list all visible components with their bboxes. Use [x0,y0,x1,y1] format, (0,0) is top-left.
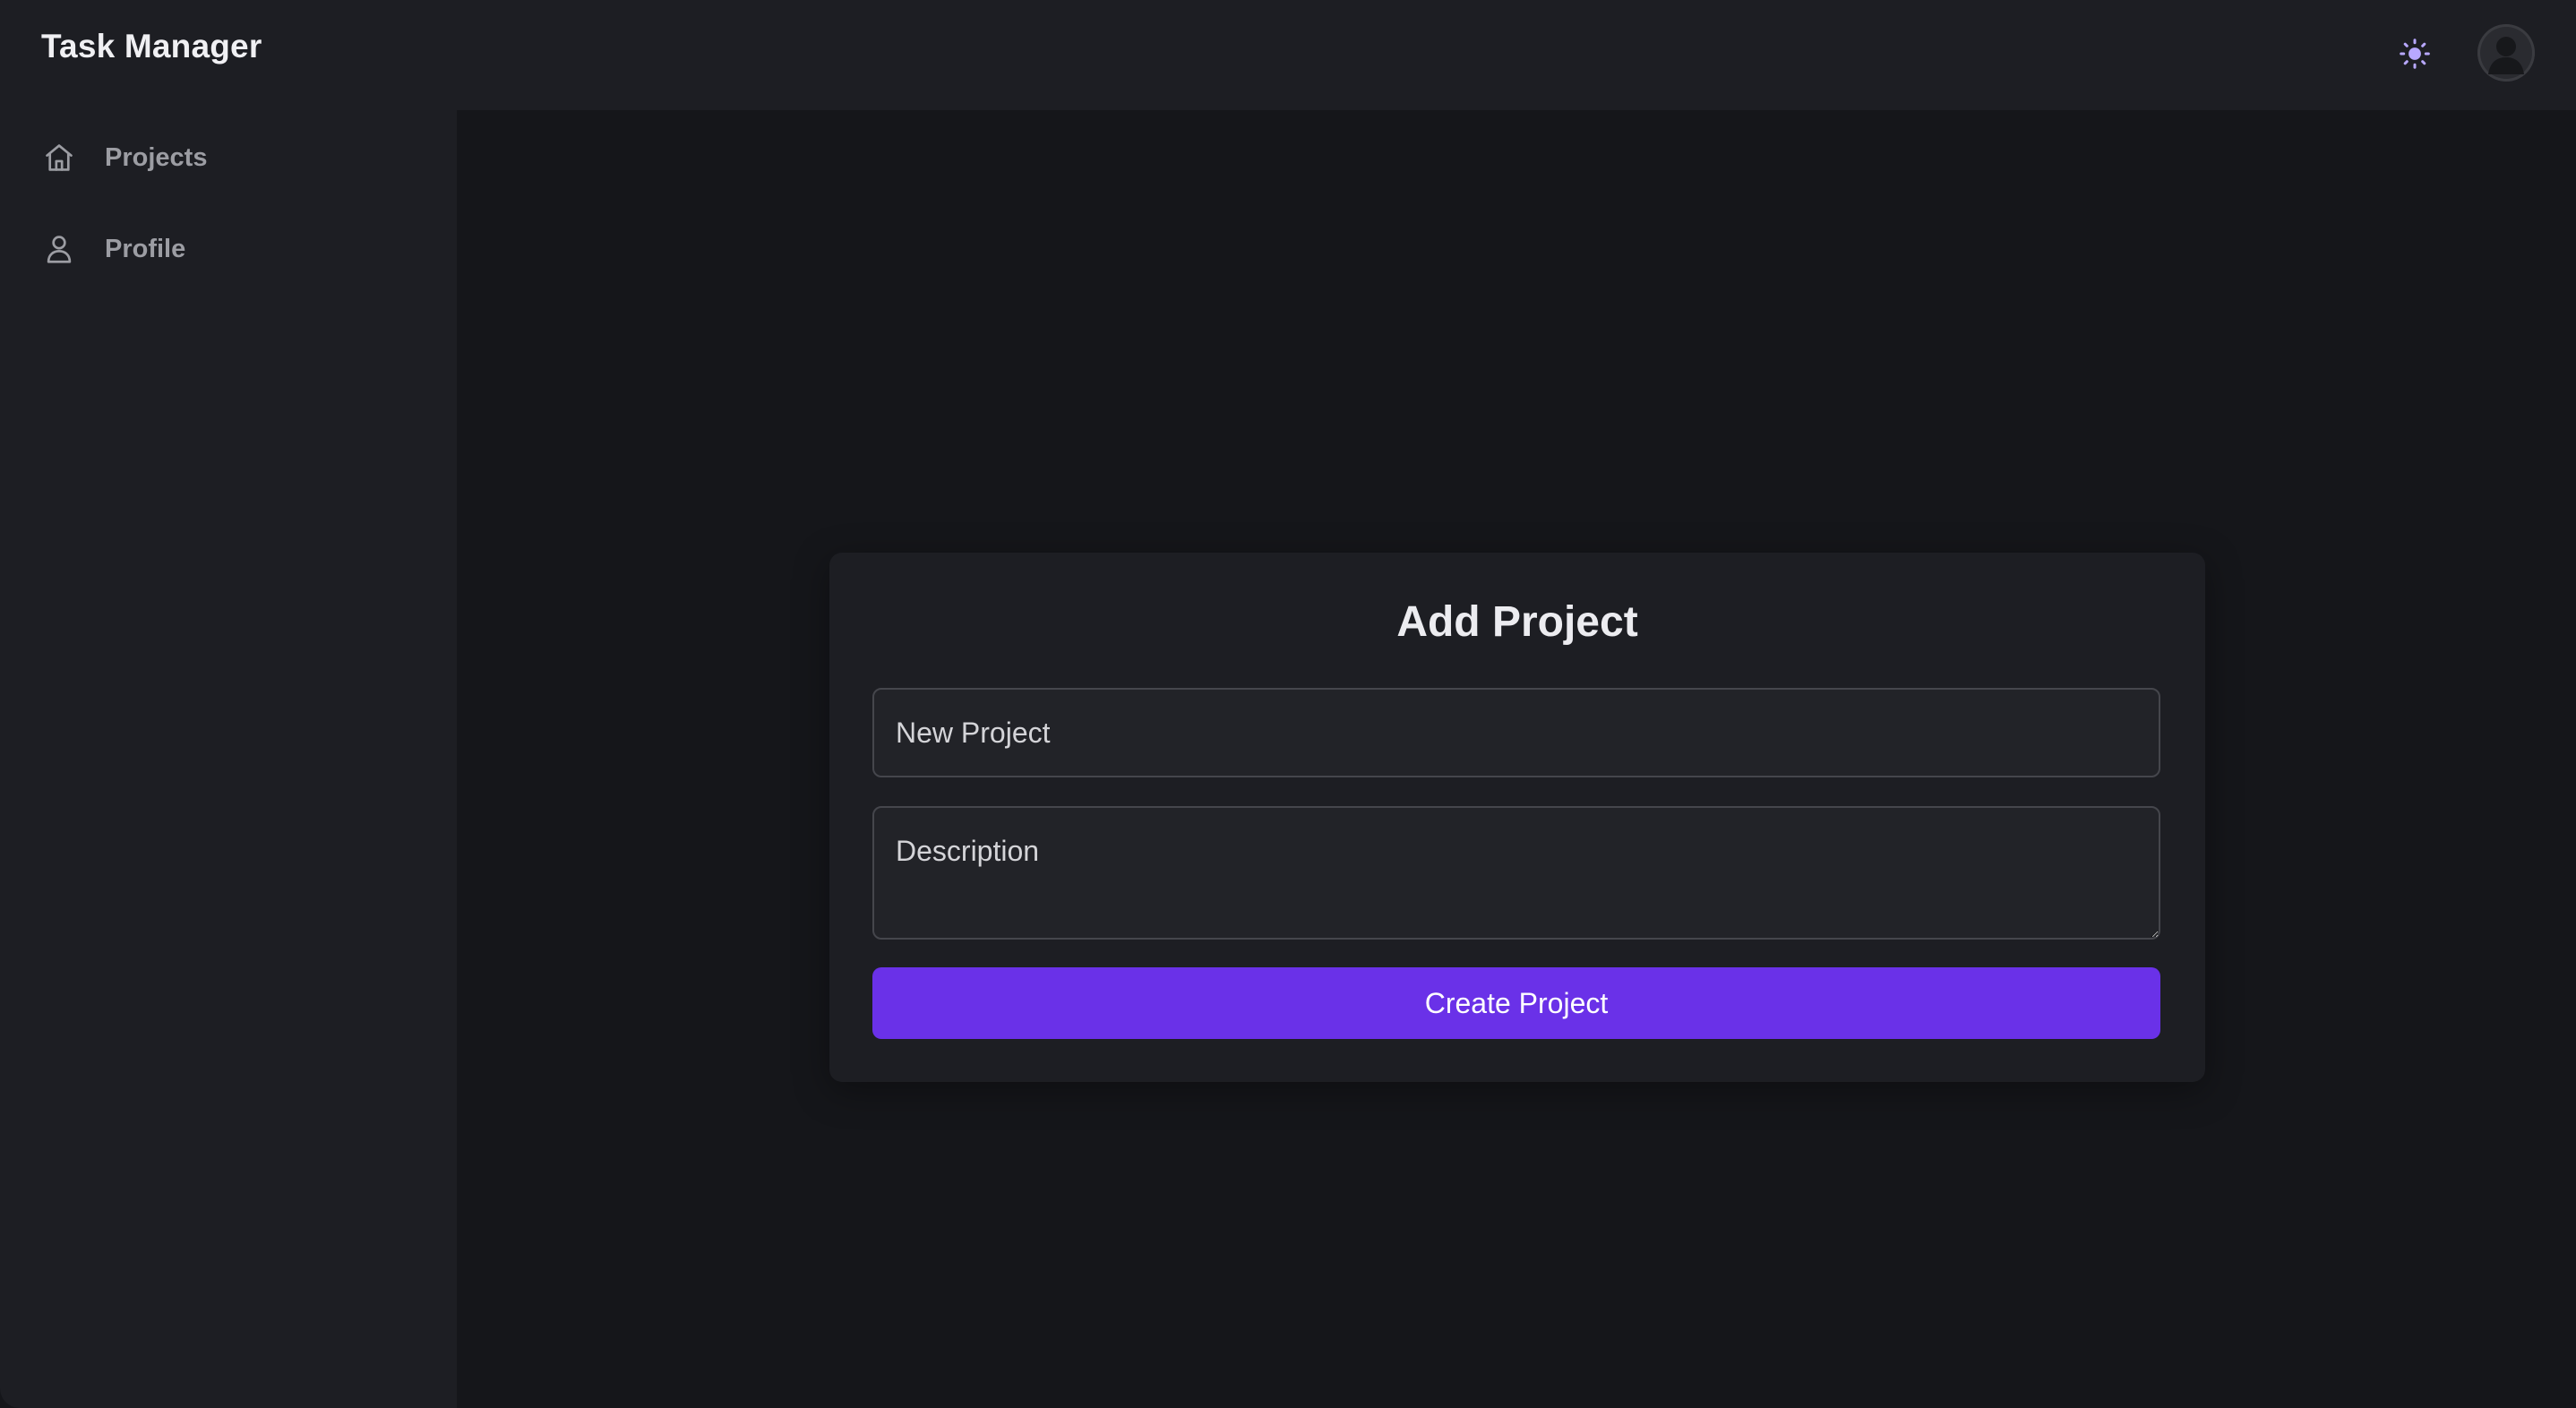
project-name-input[interactable] [872,688,2160,777]
sidebar-item-label: Profile [105,234,186,263]
sun-icon [2400,39,2430,69]
theme-toggle-button[interactable] [2395,34,2434,73]
top-header: Task Manager [0,0,2576,110]
app-title: Task Manager [41,28,262,64]
sidebar-item-profile[interactable]: Profile [0,218,457,280]
project-description-input[interactable] [872,806,2160,940]
user-icon [39,229,79,269]
user-avatar[interactable] [2477,24,2535,82]
form-title: Add Project [1396,598,1638,646]
create-project-button[interactable]: Create Project [872,967,2160,1039]
sidebar-item-label: Projects [105,142,208,172]
home-icon [39,138,79,177]
sidebar: Projects Profile [0,110,457,1408]
avatar-silhouette-icon [2477,24,2535,82]
sidebar-item-projects[interactable]: Projects [0,126,457,189]
app-window: Task Manager Projects Profile Add Projec… [0,0,2576,1408]
add-project-card: Add Project Create Project [829,553,2205,1082]
